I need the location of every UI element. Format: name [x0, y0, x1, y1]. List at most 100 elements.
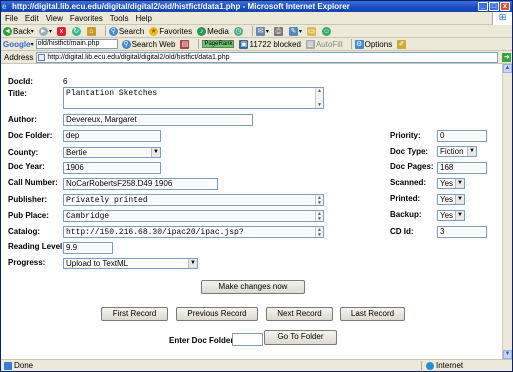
next-record-button[interactable]: Next Record — [266, 307, 333, 321]
menu-bar: File Edit View Favorites Tools Help — [1, 12, 512, 25]
scroll-up-icon: ▲ — [317, 88, 321, 94]
first-record-button[interactable]: First Record — [101, 307, 168, 321]
cd-id-field[interactable]: 3 — [437, 226, 487, 238]
highlight-button[interactable]: ✐ — [397, 39, 407, 49]
refresh-button[interactable]: ↻ — [71, 26, 82, 36]
page-icon — [38, 53, 46, 61]
toolbar-divider — [104, 26, 106, 36]
globe-icon — [426, 361, 434, 370]
history-icon: ◷ — [233, 26, 243, 36]
google-logo: Google — [3, 39, 31, 49]
catalog-field[interactable]: http://150.216.68.30/ipac20/ipac.jsp? ▲ ▼ — [63, 226, 324, 238]
author-field[interactable]: Devereux, Margaret — [63, 114, 253, 126]
county-select[interactable]: Bertie ▼ — [63, 147, 161, 158]
mail-icon: ✉ — [255, 26, 265, 36]
doc-pages-field[interactable]: 168 — [437, 162, 487, 174]
star-icon: ★ — [149, 26, 159, 36]
popup-blocked-count[interactable]: ▣ 11722 blocked — [239, 39, 301, 49]
options-button[interactable]: ⚙ Options — [354, 39, 392, 49]
scroll-down-icon: ▼ — [317, 102, 321, 108]
call-number-field[interactable]: NoCarRobertsF258.D49 1906 — [63, 178, 218, 190]
scrollbar[interactable]: ▲ ▼ — [315, 88, 323, 108]
back-button[interactable]: ◄ Back ▾ — [3, 26, 34, 36]
scroll-down-icon: ▼ — [317, 200, 321, 206]
publisher-field[interactable]: Privately printed ▲ ▼ — [63, 194, 324, 206]
doc-type-label: Doc Type: — [390, 147, 429, 156]
home-icon: ⌂ — [86, 26, 96, 36]
menu-favorites[interactable]: Favorites — [70, 14, 103, 23]
edit-button[interactable]: ✎ ▾ — [288, 26, 302, 36]
docid-label: DocId: — [8, 77, 33, 86]
favorites-button[interactable]: ★ Favorites — [149, 26, 192, 36]
print-button[interactable]: ⎙ — [273, 26, 284, 36]
doc-folder-label: Doc Folder: — [8, 131, 53, 140]
scroll-down-icon: ▼ — [317, 216, 321, 222]
stop-button[interactable]: x — [56, 26, 67, 36]
doc-type-select[interactable]: Fiction ▼ — [437, 146, 477, 157]
go-to-folder-button[interactable]: Go To Folder — [264, 330, 337, 345]
messenger-button[interactable]: ☺ — [321, 26, 332, 36]
last-record-button[interactable]: Last Record — [340, 307, 405, 321]
pub-place-field[interactable]: Cambridge ▲ ▼ — [63, 210, 324, 222]
status-bar: Done Internet — [1, 359, 512, 371]
printed-select[interactable]: Yes ▼ — [437, 194, 465, 205]
menu-file[interactable]: File — [5, 14, 18, 23]
history-button[interactable]: ◷ — [233, 26, 244, 36]
enter-doc-folder-label: Enter Doc Folder: — [169, 336, 237, 345]
close-button[interactable]: x — [500, 2, 510, 11]
menu-help[interactable]: Help — [135, 14, 151, 23]
search-icon: ⚲ — [121, 39, 131, 49]
menu-edit[interactable]: Edit — [25, 14, 39, 23]
google-news-button[interactable]: ▤ — [180, 39, 190, 49]
forward-button[interactable]: ► ▾ — [38, 26, 52, 36]
priority-field[interactable]: 0 — [437, 130, 487, 142]
media-icon: ♪ — [197, 26, 207, 36]
chevron-down-icon: ▾ — [30, 28, 34, 35]
backup-select[interactable]: Yes ▼ — [437, 210, 465, 221]
discuss-button[interactable]: ▭ — [306, 26, 317, 36]
scroll-up-icon[interactable]: ▲ — [503, 64, 512, 73]
progress-select[interactable]: Upload to TextML ▼ — [63, 258, 198, 269]
backup-label: Backup: — [390, 210, 422, 219]
page-content: DocId: 6 Title: Plantation Sketches ▲ ▼ Au… — [1, 64, 502, 359]
title-field[interactable]: Plantation Sketches ▲ ▼ — [63, 87, 324, 109]
address-bar: Address http://digital.lib.ecu.edu/digit… — [1, 51, 512, 64]
autofill-icon: ▥ — [305, 39, 315, 49]
minimize-button[interactable]: _ — [478, 2, 488, 11]
scrollbar[interactable]: ▲ ▼ — [315, 195, 323, 205]
doc-folder-field[interactable]: dep — [63, 130, 161, 142]
scroll-down-icon: ▼ — [317, 232, 321, 238]
search-icon: ⚲ — [108, 26, 118, 36]
edit-icon: ✎ — [288, 26, 298, 36]
reading-level-field[interactable]: 9.9 — [63, 242, 113, 254]
scroll-down-icon[interactable]: ▼ — [503, 350, 512, 359]
discuss-icon: ▭ — [306, 26, 316, 36]
chevron-down-icon: ▼ — [151, 148, 160, 157]
stop-icon: x — [56, 26, 66, 36]
home-button[interactable]: ⌂ — [86, 26, 97, 36]
popup-blocker-icon: ▣ — [239, 39, 249, 49]
printed-label: Printed: — [390, 194, 421, 203]
search-button[interactable]: ⚲ Search — [108, 26, 144, 36]
doc-year-field[interactable]: 1906 — [63, 162, 161, 174]
menu-view[interactable]: View — [46, 14, 63, 23]
address-input[interactable]: http://digital.lib.ecu.edu/digital/digit… — [36, 51, 499, 63]
page-scrollbar[interactable]: ▲ ▼ — [502, 64, 512, 359]
search-web-button[interactable]: ⚲ Search Web — [121, 39, 175, 49]
google-search-input[interactable]: old/histfict/main.php — [35, 39, 118, 49]
mail-button[interactable]: ✉ ▾ — [255, 26, 269, 36]
enter-doc-folder-field[interactable] — [232, 333, 263, 346]
scrollbar[interactable]: ▲ ▼ — [315, 211, 323, 221]
options-icon: ⚙ — [354, 39, 364, 49]
previous-record-button[interactable]: Previous Record — [176, 307, 258, 321]
media-button[interactable]: ♪ Media — [197, 26, 229, 36]
messenger-icon: ☺ — [321, 26, 331, 36]
autofill-button[interactable]: ▥ AutoFill — [305, 39, 343, 49]
scanned-select[interactable]: Yes ▼ — [437, 178, 465, 189]
make-changes-button[interactable]: Make changes now — [201, 280, 305, 294]
address-label: Address — [4, 52, 34, 62]
maximize-button[interactable]: □ — [489, 2, 499, 11]
menu-tools[interactable]: Tools — [110, 14, 129, 23]
go-button[interactable]: ➜Go — [502, 52, 513, 62]
scrollbar[interactable]: ▲ ▼ — [315, 227, 323, 237]
